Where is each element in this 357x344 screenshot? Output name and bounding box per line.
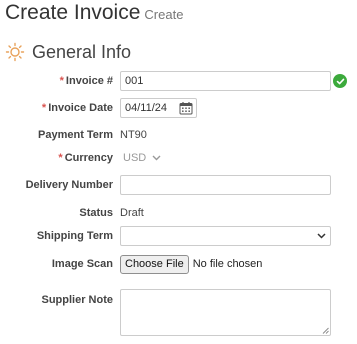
- currency-label-text: Currency: [64, 152, 113, 164]
- section-title: General Info: [32, 41, 132, 62]
- calendar-icon[interactable]: [179, 101, 193, 115]
- invoice-date-label-text: Invoice Date: [48, 102, 113, 114]
- invoice-number-label: * Invoice #: [0, 75, 113, 87]
- choose-file-button[interactable]: Choose File: [120, 254, 189, 274]
- file-status-text: No file chosen: [192, 258, 263, 270]
- invoice-number-label-text: Invoice #: [65, 75, 113, 87]
- resize-handle-icon[interactable]: [322, 327, 329, 334]
- page-title-main: Create Invoice: [5, 1, 141, 24]
- required-marker: *: [41, 102, 47, 114]
- currency-row: * Currency USD: [0, 148, 357, 168]
- delivery-number-row: Delivery Number: [0, 175, 357, 195]
- status-label: Status: [79, 207, 113, 219]
- page-subtitle: Create: [144, 7, 184, 22]
- delivery-number-label: Delivery Number: [25, 179, 113, 191]
- invoice-date-row: * Invoice Date 04/11/24: [0, 98, 357, 118]
- image-scan-label: Image Scan: [51, 258, 113, 270]
- page-title: Create Invoice Create: [5, 1, 183, 25]
- status-row: Status Draft: [0, 205, 357, 221]
- payment-term-label: Payment Term: [38, 129, 113, 141]
- currency-label: * Currency: [0, 152, 113, 164]
- invoice-date-input[interactable]: 04/11/24: [120, 98, 197, 118]
- shipping-term-select[interactable]: [120, 226, 331, 246]
- payment-term-row: Payment Term NT90: [0, 127, 357, 143]
- chevron-down-icon: [317, 233, 326, 239]
- supplier-note-textarea[interactable]: [120, 289, 331, 336]
- section-header: General Info: [5, 40, 131, 64]
- delivery-number-input[interactable]: [120, 175, 331, 195]
- chevron-down-icon: [152, 155, 161, 161]
- image-scan-row: Image Scan Choose File No file chosen: [0, 254, 357, 274]
- status-value: Draft: [120, 207, 144, 219]
- sun-settings-icon: [5, 42, 25, 62]
- invoice-number-input[interactable]: 001: [120, 71, 331, 91]
- currency-value: USD: [123, 152, 147, 164]
- required-marker: *: [58, 152, 63, 164]
- required-marker: *: [59, 75, 64, 87]
- invoice-date-label: * Invoice Date: [0, 102, 113, 114]
- currency-select[interactable]: USD: [120, 148, 164, 168]
- image-scan-file-input: Choose File No file chosen: [120, 254, 263, 274]
- invoice-date-value: 04/11/24: [125, 102, 168, 114]
- invoice-number-row: * Invoice # 001: [0, 71, 357, 91]
- check-circle-icon: [333, 74, 347, 88]
- payment-term-value: NT90: [120, 129, 147, 141]
- shipping-term-label: Shipping Term: [36, 230, 113, 242]
- supplier-note-label: Supplier Note: [41, 294, 113, 306]
- shipping-term-row: Shipping Term: [0, 226, 357, 246]
